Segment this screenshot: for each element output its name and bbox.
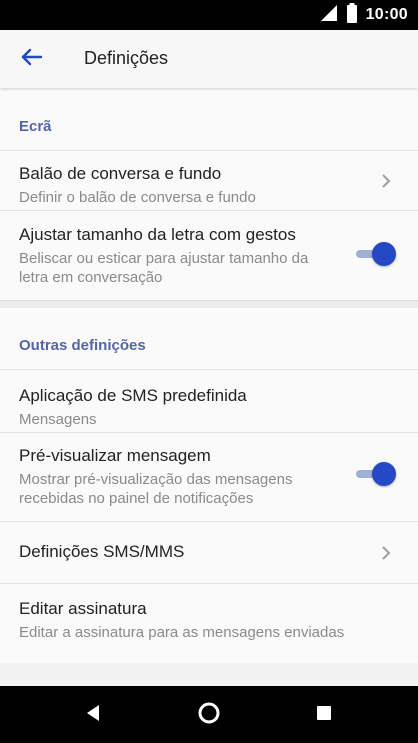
status-bar: 10:00: [0, 0, 418, 30]
setting-preview-message[interactable]: Pré-visualizar mensagem Mostrar pré-visu…: [0, 432, 418, 521]
home-circle-icon: [197, 701, 221, 730]
section-display: Ecrã Balão de conversa e fundo Definir o…: [0, 88, 418, 300]
chevron-right-icon: [380, 174, 392, 188]
setting-subtitle: Mostrar pré-visualização das mensagens r…: [19, 471, 293, 507]
setting-title: Definições SMS/MMS: [19, 542, 185, 561]
section-other: Outras definições Aplicação de SMS prede…: [0, 308, 418, 663]
setting-title: Pré-visualizar mensagem: [19, 446, 211, 465]
chevron-right-icon: [380, 546, 392, 560]
section-header-display: Ecrã: [0, 88, 418, 150]
status-time: 10:00: [365, 6, 408, 23]
section-header-other: Outras definições: [0, 308, 418, 369]
setting-title: Balão de conversa e fundo: [19, 164, 222, 183]
setting-edit-signature[interactable]: Editar assinatura Editar a assinatura pa…: [0, 583, 418, 663]
back-triangle-icon: [85, 704, 101, 727]
setting-sms-mms[interactable]: Definições SMS/MMS: [0, 521, 418, 583]
arrow-left-icon: [21, 48, 43, 71]
font-size-gestures-toggle[interactable]: [354, 242, 396, 266]
section-divider: [0, 300, 418, 308]
setting-title: Aplicação de SMS predefinida: [19, 386, 247, 405]
setting-default-sms-app[interactable]: Aplicação de SMS predefinida Mensagens: [0, 369, 418, 432]
toggle-thumb: [372, 242, 396, 266]
app-bar: Definições: [0, 30, 418, 88]
page-title: Definições: [84, 48, 169, 68]
setting-subtitle: Definir o balão de conversa e fundo: [19, 189, 256, 206]
setting-font-size-gestures[interactable]: Ajustar tamanho da letra com gestos Beli…: [0, 210, 418, 300]
toggle-thumb: [372, 462, 396, 486]
setting-subtitle: Beliscar ou esticar para ajustar tamanho…: [19, 250, 309, 286]
signal-icon: [320, 4, 338, 27]
setting-subtitle: Editar a assinatura para as mensagens en…: [19, 624, 345, 641]
back-button[interactable]: [14, 42, 50, 76]
section-header-label: Outras definições: [19, 337, 146, 354]
setting-title: Editar assinatura: [19, 599, 147, 618]
settings-list[interactable]: Ecrã Balão de conversa e fundo Definir o…: [0, 88, 418, 686]
status-icons: 10:00: [320, 2, 408, 28]
recents-square-icon: [316, 705, 332, 726]
setting-subtitle: Mensagens: [19, 411, 97, 428]
nav-back-button[interactable]: [76, 698, 110, 732]
navigation-bar: [0, 686, 418, 743]
section-header-label: Ecrã: [19, 118, 52, 135]
battery-icon: [346, 2, 358, 28]
nav-home-button[interactable]: [192, 698, 226, 732]
preview-message-toggle[interactable]: [354, 462, 396, 486]
nav-recents-button[interactable]: [307, 698, 341, 732]
setting-title: Ajustar tamanho da letra com gestos: [19, 225, 296, 244]
setting-chat-bubble-background[interactable]: Balão de conversa e fundo Definir o balã…: [0, 150, 418, 210]
